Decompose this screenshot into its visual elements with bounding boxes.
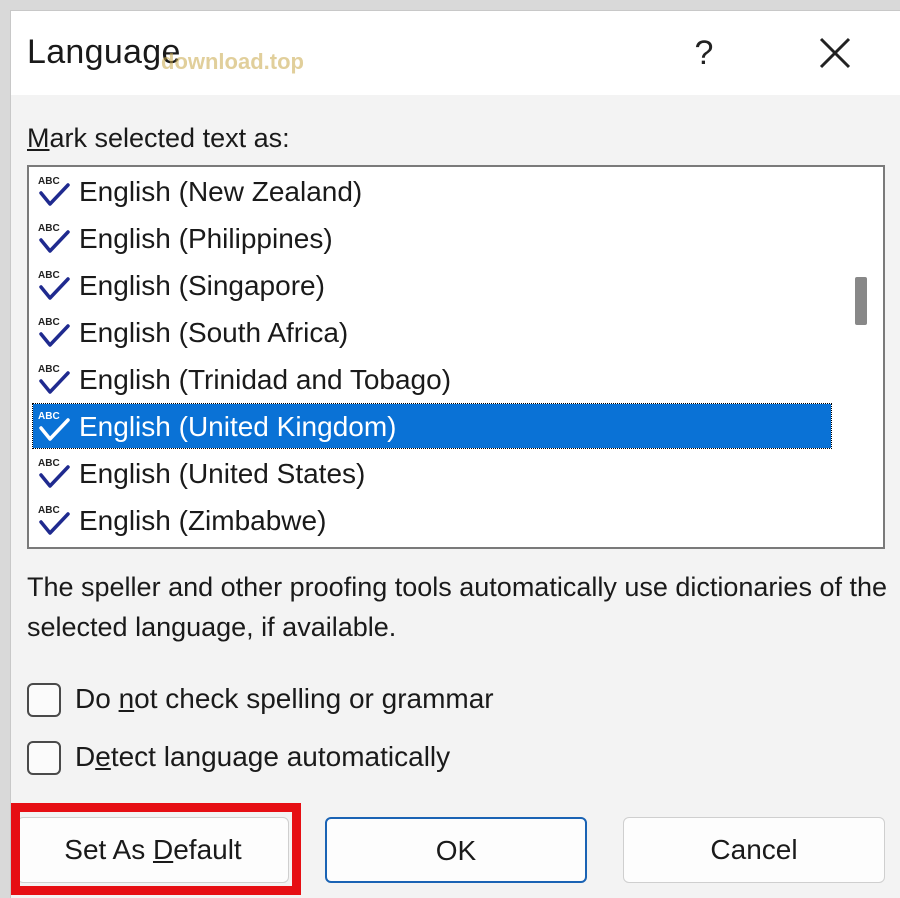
language-label: English (New Zealand) <box>79 176 363 207</box>
watermark-logo: download.top <box>161 49 304 74</box>
language-label: English (Zimbabwe) <box>79 505 327 536</box>
spellcheck-abc-icon: ABC <box>37 361 71 397</box>
language-label: English (Trinidad and Tobago) <box>79 364 452 395</box>
do-not-check-spelling-label: Do not check spelling or grammar <box>75 683 494 714</box>
spellcheck-abc-icon: ABC <box>37 220 71 256</box>
highlight-annotation-box <box>11 803 301 895</box>
cancel-button[interactable]: Cancel <box>623 817 885 883</box>
close-icon <box>819 37 851 69</box>
close-button[interactable] <box>807 25 863 81</box>
language-list-item[interactable]: ABC English (Trinidad and Tobago) <box>33 357 831 401</box>
svg-text:ABC: ABC <box>38 411 60 422</box>
language-listbox[interactable]: ABC English (New Zealand) ABC English (Phil… <box>27 165 885 549</box>
language-label: English (South Africa) <box>79 317 349 348</box>
spellcheck-abc-icon: ABC <box>37 314 71 350</box>
spellcheck-abc-icon: ABC <box>37 502 71 538</box>
checkbox-box[interactable] <box>27 683 61 717</box>
language-list-item[interactable]: ABC English (Philippines) <box>33 216 831 260</box>
spellcheck-abc-icon: ABC <box>37 267 71 303</box>
help-button[interactable]: ? <box>679 25 729 81</box>
svg-text:ABC: ABC <box>38 458 60 469</box>
language-list-item[interactable]: ABC English (South Africa) <box>33 310 831 354</box>
svg-text:ABC: ABC <box>38 364 60 375</box>
language-list-item[interactable]: ABC English (United Kingdom) <box>32 403 832 449</box>
language-label: English (Philippines) <box>79 223 333 254</box>
dialog-title: Language <box>27 33 181 71</box>
spellcheck-abc-icon: ABC <box>37 408 71 444</box>
language-dialog: Language download.top ? Mark selected te… <box>10 10 900 898</box>
do-not-check-spelling-checkbox[interactable]: Do not check spelling or grammar <box>27 681 587 721</box>
language-label: English (United States) <box>79 458 366 489</box>
checkbox-box[interactable] <box>27 741 61 775</box>
svg-text:ABC: ABC <box>38 270 60 281</box>
svg-text:ABC: ABC <box>38 176 60 187</box>
language-list-item[interactable]: ABC English (United States) <box>33 451 831 495</box>
svg-text:ABC: ABC <box>38 223 60 234</box>
language-list-item[interactable]: ABC English (New Zealand) <box>33 169 831 213</box>
ok-button[interactable]: OK <box>325 817 587 883</box>
svg-text:ABC: ABC <box>38 505 60 516</box>
svg-text:ABC: ABC <box>38 317 60 328</box>
detect-language-label: Detect language automatically <box>75 741 451 772</box>
scrollbar-thumb[interactable] <box>855 277 867 325</box>
language-label: English (United Kingdom) <box>79 411 397 442</box>
mark-selected-text-label: Mark selected text as: <box>27 123 290 153</box>
vertical-scrollbar[interactable] <box>837 167 883 547</box>
title-bar: Language download.top ? <box>11 11 900 95</box>
proofing-info-text: The speller and other proofing tools aut… <box>27 572 887 642</box>
language-list-item[interactable]: ABC English (Zimbabwe) <box>33 498 831 542</box>
language-list-item[interactable]: ABC English (Singapore) <box>33 263 831 307</box>
language-label: English (Singapore) <box>79 270 325 301</box>
detect-language-checkbox[interactable]: Detect language automatically <box>27 739 527 779</box>
spellcheck-abc-icon: ABC <box>37 455 71 491</box>
spellcheck-abc-icon: ABC <box>37 173 71 209</box>
